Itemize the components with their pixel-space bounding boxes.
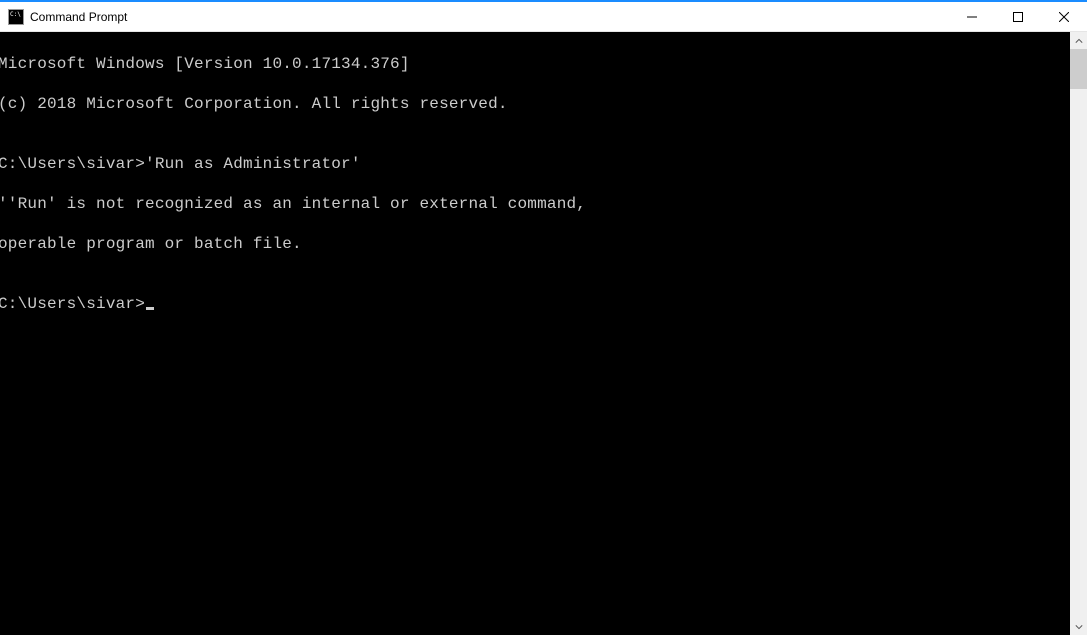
close-button[interactable]: [1041, 2, 1087, 32]
maximize-button[interactable]: [995, 2, 1041, 32]
console-area: Microsoft Windows [Version 10.0.17134.37…: [0, 32, 1087, 635]
cursor: [146, 307, 154, 310]
scroll-down-button[interactable]: [1070, 618, 1087, 635]
command-prompt-window: Command Prompt Microsoft Windows [Versio…: [0, 0, 1087, 635]
output-line: Microsoft Windows [Version 10.0.17134.37…: [0, 54, 1070, 74]
minimize-button[interactable]: [949, 2, 995, 32]
chevron-down-icon: [1075, 623, 1083, 631]
output-line: (c) 2018 Microsoft Corporation. All righ…: [0, 94, 1070, 114]
maximize-icon: [1013, 12, 1023, 22]
output-line: ''Run' is not recognized as an internal …: [0, 194, 1070, 214]
scrollbar-thumb[interactable]: [1070, 49, 1087, 89]
cmd-icon: [8, 9, 24, 25]
chevron-up-icon: [1075, 37, 1083, 45]
prompt-line: C:\Users\sivar>: [0, 294, 1070, 314]
scroll-up-button[interactable]: [1070, 32, 1087, 49]
close-icon: [1059, 12, 1069, 22]
prompt-text: C:\Users\sivar>: [0, 295, 145, 313]
output-line: C:\Users\sivar>'Run as Administrator': [0, 154, 1070, 174]
vertical-scrollbar[interactable]: [1070, 32, 1087, 635]
minimize-icon: [967, 12, 977, 22]
output-line: operable program or batch file.: [0, 234, 1070, 254]
titlebar[interactable]: Command Prompt: [0, 2, 1087, 32]
window-title: Command Prompt: [30, 10, 127, 24]
console-output[interactable]: Microsoft Windows [Version 10.0.17134.37…: [0, 32, 1070, 635]
